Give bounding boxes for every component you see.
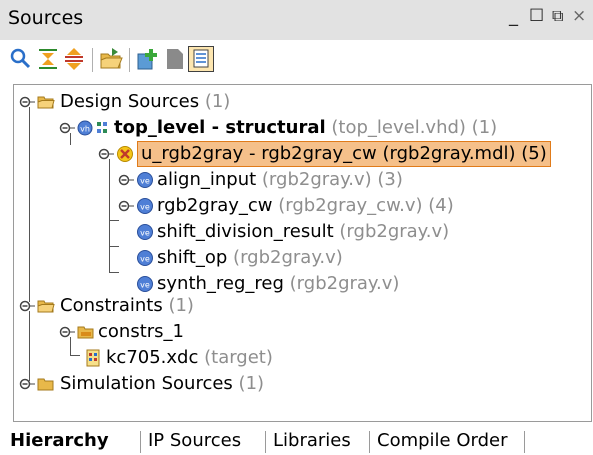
constrs-1-label: constrs_1 bbox=[98, 321, 184, 342]
tab-separator bbox=[524, 431, 525, 453]
expander-icon[interactable] bbox=[58, 119, 76, 137]
synth-reg-reg-label: synth_reg_reg bbox=[157, 273, 284, 294]
simulation-sources-count: (1) bbox=[238, 373, 265, 394]
svg-text:ve: ve bbox=[140, 281, 150, 290]
svg-text:vh: vh bbox=[80, 125, 90, 134]
verilog-module-icon: ve bbox=[137, 224, 153, 240]
folder-open-icon bbox=[37, 300, 55, 313]
expander-icon[interactable] bbox=[117, 171, 135, 189]
close-icon[interactable]: × bbox=[572, 6, 586, 26]
tree-connector bbox=[109, 159, 110, 272]
verilog-module-icon: ve bbox=[137, 276, 153, 292]
folder-open-icon bbox=[37, 96, 55, 109]
kc705-label: kc705.xdc bbox=[106, 347, 199, 368]
open-folder-icon[interactable] bbox=[98, 46, 124, 72]
verilog-module-icon: ve bbox=[137, 172, 153, 188]
sources-toolbar bbox=[0, 40, 593, 80]
tree-connector bbox=[109, 272, 119, 273]
shift-op-file: (rgb2gray.v) bbox=[233, 247, 343, 268]
rgb2gray-cw-label: rgb2gray_cw bbox=[157, 195, 273, 216]
tab-separator bbox=[140, 431, 141, 453]
sysgen-module-icon bbox=[117, 146, 133, 162]
constraints-count: (1) bbox=[168, 295, 194, 316]
add-sources-icon[interactable] bbox=[135, 46, 161, 72]
align-input-count: (3) bbox=[377, 169, 403, 190]
expander-icon[interactable] bbox=[18, 297, 36, 315]
kc705-file: (target) bbox=[204, 347, 273, 368]
toolbar-separator bbox=[129, 48, 130, 72]
simulation-sources-label: Simulation Sources bbox=[60, 373, 233, 394]
expander-icon[interactable] bbox=[117, 197, 135, 215]
tab-libraries[interactable]: Libraries bbox=[273, 427, 351, 455]
rgb2gray-cw-file: (rgb2gray_cw.v) bbox=[278, 195, 423, 216]
top-level-label: top_level - structural bbox=[114, 117, 326, 138]
u-rgb2gray-label: u_rgb2gray - rgb2gray_cw (rgb2gray.mdl) … bbox=[137, 141, 551, 167]
rgb2gray-cw-count: (4) bbox=[428, 195, 454, 216]
tab-separator bbox=[369, 431, 370, 453]
shift-division-result-label: shift_division_result bbox=[157, 221, 334, 242]
tree-connector bbox=[109, 246, 119, 247]
expander-icon[interactable] bbox=[18, 93, 36, 111]
synth-reg-reg-file: (rgb2gray.v) bbox=[289, 273, 400, 294]
svg-text:ve: ve bbox=[140, 203, 150, 212]
constraint-set-icon bbox=[77, 326, 94, 339]
design-sources-label: Design Sources bbox=[60, 91, 200, 112]
svg-text:ve: ve bbox=[140, 229, 150, 238]
panel-title: Sources bbox=[8, 7, 84, 29]
design-sources-count: (1) bbox=[204, 91, 231, 112]
restore-icon[interactable]: ⧉ bbox=[552, 6, 563, 26]
tree-connector bbox=[70, 355, 80, 356]
expand-all-icon[interactable] bbox=[61, 46, 87, 72]
tree-connector bbox=[109, 220, 119, 221]
show-hierarchy-icon[interactable] bbox=[188, 46, 214, 72]
file-icon[interactable] bbox=[162, 46, 188, 72]
tab-hierarchy[interactable]: Hierarchy bbox=[10, 427, 109, 455]
tab-compile-order[interactable]: Compile Order bbox=[377, 427, 508, 455]
expander-icon[interactable] bbox=[58, 323, 76, 341]
tab-separator bbox=[265, 431, 266, 453]
tree-connector bbox=[29, 311, 30, 381]
sources-tree[interactable]: Design Sources (1) vh top_level - struct… bbox=[13, 84, 592, 422]
collapse-all-icon[interactable] bbox=[35, 46, 61, 72]
constraints-label: Constraints bbox=[60, 295, 163, 316]
align-input-label: align_input bbox=[157, 169, 257, 190]
folder-icon bbox=[37, 378, 54, 391]
align-input-file: (rgb2gray.v) bbox=[261, 169, 372, 190]
minimize-icon[interactable]: _ bbox=[509, 6, 518, 27]
tree-connector bbox=[29, 107, 30, 302]
verilog-module-icon: ve bbox=[137, 198, 153, 214]
tab-ip-sources[interactable]: IP Sources bbox=[148, 427, 241, 455]
shift-division-result-file: (rgb2gray.v) bbox=[339, 221, 450, 242]
top-level-count: (1) bbox=[471, 117, 498, 138]
xdc-file-icon bbox=[86, 349, 100, 367]
panel-titlebar: Sources _ ☐ ⧉ × bbox=[0, 0, 593, 40]
verilog-module-icon: ve bbox=[137, 250, 153, 266]
expander-icon[interactable] bbox=[97, 145, 115, 163]
maximize-icon[interactable]: ☐ bbox=[529, 6, 544, 26]
shift-op-label: shift_op bbox=[157, 247, 228, 268]
expander-icon[interactable] bbox=[18, 375, 36, 393]
vhdl-module-icon: vh bbox=[77, 120, 107, 136]
search-icon[interactable] bbox=[7, 46, 33, 72]
top-level-file: (top_level.vhd) bbox=[331, 117, 466, 138]
toolbar-separator bbox=[92, 48, 93, 72]
svg-text:ve: ve bbox=[140, 255, 150, 264]
svg-text:ve: ve bbox=[140, 177, 150, 186]
